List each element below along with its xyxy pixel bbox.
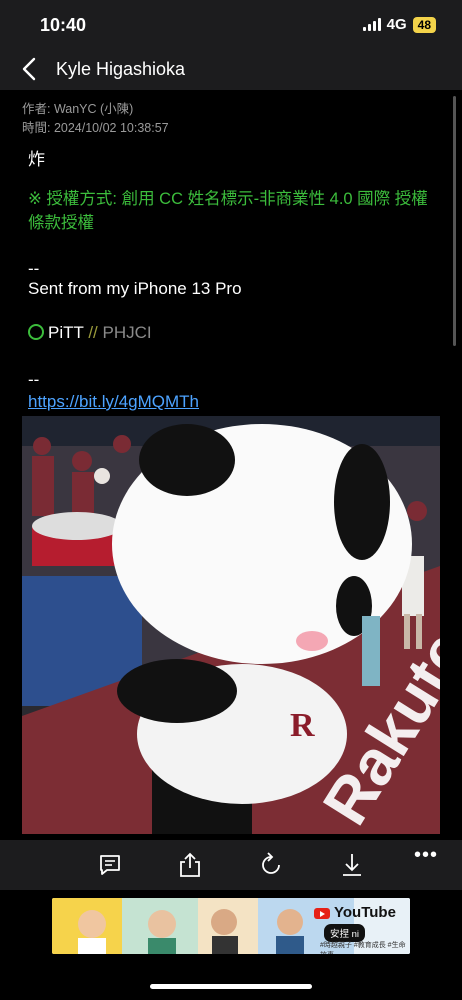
nav-bar: Kyle Higashioka bbox=[0, 50, 462, 90]
back-chevron-icon[interactable] bbox=[18, 56, 42, 82]
signal-icon bbox=[362, 18, 381, 31]
nav-title: Kyle Higashioka bbox=[56, 59, 186, 79]
pitt-signature: PiTT // PHJCI bbox=[28, 323, 152, 343]
post-link[interactable]: https://bit.ly/4gMQMTh bbox=[28, 392, 199, 412]
url-separator: -- bbox=[28, 370, 40, 389]
more-icon[interactable]: ••• bbox=[414, 844, 438, 867]
banner-tagline: #時越親子 #教育成長 #生命故事 bbox=[320, 942, 406, 954]
pitt-label: PiTT bbox=[48, 323, 84, 342]
bottom-toolbar: ••• bbox=[0, 840, 462, 890]
post-author: 作者: WanYC (小陳) bbox=[22, 102, 134, 116]
network-label: 4G bbox=[386, 16, 407, 33]
signature-separator: -- bbox=[28, 259, 40, 278]
youtube-label: YouTube bbox=[334, 904, 396, 921]
license-text: ※ 授權方式: 創用 CC 姓名標示-非商業性 4.0 國際 授權條款授權 bbox=[28, 190, 428, 232]
sent-from-text: Sent from my iPhone 13 Pro bbox=[28, 279, 242, 298]
share-icon[interactable] bbox=[177, 852, 203, 878]
post-image[interactable]: Rakute R bbox=[22, 416, 440, 834]
post-time: 時間: 2024/10/02 10:38:57 bbox=[22, 121, 169, 135]
pitt-slashes: // bbox=[88, 323, 98, 342]
status-indicators: 4G 48 bbox=[362, 16, 436, 33]
circle-icon bbox=[28, 324, 44, 340]
mascot-photo: Rakute R bbox=[22, 416, 440, 834]
status-bar: 10:40 4G 48 bbox=[0, 0, 462, 50]
download-icon[interactable] bbox=[339, 852, 365, 878]
status-time: 10:40 bbox=[40, 15, 87, 35]
scroll-indicator[interactable] bbox=[453, 96, 456, 346]
battery-icon: 48 bbox=[412, 16, 436, 33]
ad-banner[interactable]: YouTube 安捏 ni #時越親子 #教育成長 #生命故事 bbox=[52, 898, 410, 954]
jersey-logo: R bbox=[290, 707, 315, 744]
post-body: 炸 bbox=[28, 150, 45, 169]
comment-icon[interactable] bbox=[97, 852, 123, 878]
pitt-user: PHJCI bbox=[102, 323, 152, 342]
short-url-link[interactable]: https://bit.ly/4gMQMTh bbox=[28, 392, 199, 411]
home-indicator[interactable] bbox=[150, 984, 312, 989]
refresh-icon[interactable] bbox=[258, 852, 284, 878]
